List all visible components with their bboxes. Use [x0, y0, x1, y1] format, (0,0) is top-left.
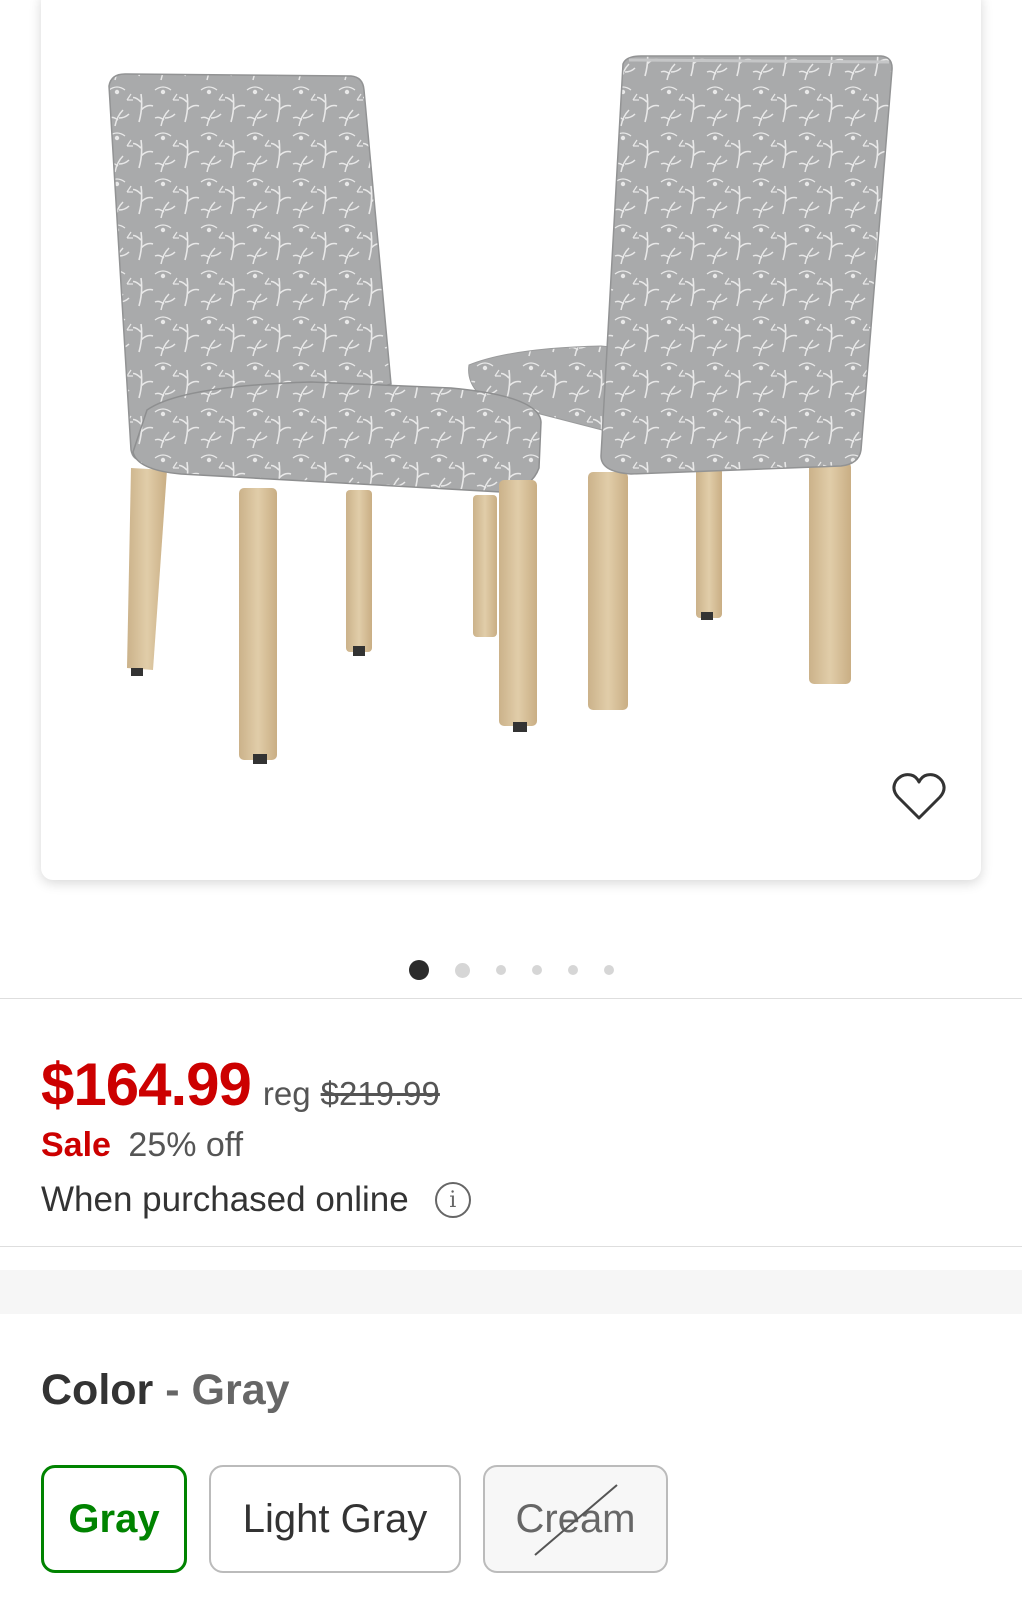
sale-label: Sale	[41, 1126, 111, 1164]
discount-text: 25% off	[128, 1126, 244, 1164]
color-heading-separator: -	[165, 1366, 180, 1414]
heart-outline-icon	[892, 773, 946, 820]
color-option-cream[interactable]: Cream	[483, 1465, 668, 1573]
section-separator	[0, 1270, 1022, 1314]
color-options: Gray Light Gray Cream	[41, 1465, 668, 1573]
carousel-dot[interactable]	[454, 962, 470, 978]
regular-price-label: reg	[262, 1075, 311, 1112]
product-image-card[interactable]	[41, 0, 981, 880]
color-option-light-gray[interactable]: Light Gray	[209, 1465, 461, 1573]
online-purchase-note: When purchased online i	[41, 1180, 471, 1220]
product-detail-page: $164.99 reg $219.99 Sale 25% off When pu…	[0, 0, 1022, 1600]
current-price: $164.99	[41, 1051, 252, 1118]
carousel-dot-active[interactable]	[408, 960, 429, 980]
color-option-label: Light Gray	[242, 1496, 428, 1541]
unavailable-strike-icon	[534, 1484, 618, 1556]
carousel-dot[interactable]	[495, 965, 506, 975]
sale-row: Sale 25% off	[41, 1126, 243, 1165]
color-heading: Color - Gray	[41, 1366, 290, 1415]
divider	[0, 998, 1022, 999]
regular-price: $219.99	[320, 1075, 440, 1112]
color-heading-label: Color	[41, 1366, 154, 1414]
divider	[0, 1246, 1022, 1247]
carousel-dot[interactable]	[567, 965, 578, 975]
image-carousel-indicator	[0, 958, 1022, 982]
selected-color-value: Gray	[191, 1366, 290, 1414]
favorite-button[interactable]	[887, 765, 951, 829]
carousel-dot[interactable]	[603, 965, 614, 975]
color-option-label: Gray	[68, 1496, 160, 1541]
online-note-text: When purchased online	[41, 1180, 409, 1219]
price-row: $164.99 reg $219.99	[41, 1050, 440, 1119]
carousel-dot[interactable]	[531, 965, 542, 975]
product-image[interactable]	[41, 0, 981, 880]
info-circle-icon[interactable]: i	[434, 1182, 471, 1218]
color-option-gray[interactable]: Gray	[41, 1465, 187, 1573]
